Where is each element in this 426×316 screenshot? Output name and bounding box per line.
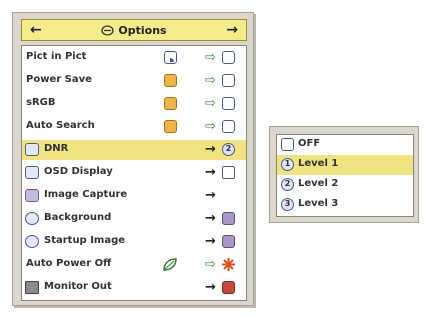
dnr-option-label: OFF xyxy=(298,138,321,149)
arrow-right-icon: ⇨ xyxy=(205,96,216,111)
menu-row-srgb[interactable]: sRGB ⇨ xyxy=(22,94,246,114)
menu-row-label: Background xyxy=(44,212,112,223)
menu-row-label: Monitor Out xyxy=(44,281,112,292)
value-box-icon xyxy=(222,97,235,110)
dnr-options-list: OFF 1 Level 1 2 Level 2 3 Level 3 xyxy=(276,134,414,217)
arrow-right-icon: ⇨ xyxy=(205,257,216,272)
dnr-option-level-1[interactable]: 1 Level 1 xyxy=(277,155,413,175)
menu-title: Options xyxy=(101,23,167,37)
dnr-icon xyxy=(25,143,39,156)
dnr-option-label: Level 3 xyxy=(298,198,339,209)
dnr-option-off[interactable]: OFF xyxy=(277,135,413,155)
monitor-out-value-icon xyxy=(222,281,235,294)
menu-row-background[interactable]: Background → xyxy=(22,209,246,229)
monitor-out-icon xyxy=(25,281,39,294)
arrow-left-icon[interactable]: ← xyxy=(30,20,42,40)
menu-row-monitor-out[interactable]: Monitor Out → xyxy=(22,278,246,298)
menu-row-auto-search[interactable]: Auto Search ⇨ xyxy=(22,117,246,137)
arrow-right-icon: → xyxy=(205,211,216,226)
srgb-state-icon xyxy=(164,97,177,110)
background-value-icon xyxy=(222,212,235,225)
value-box-icon xyxy=(222,120,235,133)
value-box-icon xyxy=(222,74,235,87)
value-box-icon xyxy=(222,51,235,64)
osd-value-icon xyxy=(222,166,235,179)
osd-display-icon xyxy=(25,166,39,179)
background-icon xyxy=(25,212,39,225)
menu-row-dnr[interactable]: DNR → 2 xyxy=(22,140,246,160)
menu-row-label: Auto Power Off xyxy=(26,258,112,269)
arrow-right-icon: → xyxy=(205,234,216,249)
dnr-level-badge: 2 xyxy=(222,143,235,156)
arrow-right-icon: → xyxy=(205,165,216,180)
arrow-right-icon: → xyxy=(205,188,216,203)
options-list: Pict in Pict ⇨ Power Save ⇨ sRGB ⇨ Auto … xyxy=(21,45,247,301)
menu-row-power-save[interactable]: Power Save ⇨ xyxy=(22,71,246,91)
dnr-option-level-3[interactable]: 3 Level 3 xyxy=(277,195,413,215)
level-3-icon: 3 xyxy=(281,198,294,211)
arrow-right-icon: → xyxy=(205,280,216,295)
menu-row-label: DNR xyxy=(44,143,69,154)
startup-value-icon xyxy=(222,235,235,248)
menu-row-pict-in-pict[interactable]: Pict in Pict ⇨ xyxy=(22,48,246,68)
menu-row-image-capture[interactable]: Image Capture → xyxy=(22,186,246,206)
auto-search-state-icon xyxy=(164,120,177,133)
menu-row-label: Auto Search xyxy=(26,120,95,131)
dnr-option-label: Level 2 xyxy=(298,178,339,189)
arrow-right-icon: ⇨ xyxy=(205,73,216,88)
level-1-icon: 1 xyxy=(281,158,294,171)
options-menu-panel: ← Options → Pict in Pict ⇨ Power Save ⇨ xyxy=(12,12,254,306)
startup-image-icon xyxy=(25,235,39,248)
arrow-right-icon: ⇨ xyxy=(205,50,216,65)
dnr-option-label: Level 1 xyxy=(298,158,339,169)
options-icon xyxy=(101,24,115,36)
dnr-submenu: OFF 1 Level 1 2 Level 2 3 Level 3 xyxy=(269,126,419,223)
menu-row-osd-display[interactable]: OSD Display → xyxy=(22,163,246,183)
power-save-state-icon xyxy=(164,74,177,87)
power-off-value-icon xyxy=(221,257,236,276)
menu-row-startup-image[interactable]: Startup Image → xyxy=(22,232,246,252)
menu-row-label: sRGB xyxy=(26,97,56,108)
level-2-icon: 2 xyxy=(281,178,294,191)
pip-state-icon xyxy=(164,51,177,64)
menu-row-label: OSD Display xyxy=(44,166,113,177)
arrow-right-icon: ⇨ xyxy=(205,119,216,134)
menu-row-label: Image Capture xyxy=(44,189,128,200)
arrow-right-icon: → xyxy=(205,142,216,157)
leaf-icon xyxy=(162,257,178,276)
menu-row-label: Startup Image xyxy=(44,235,126,246)
image-capture-icon xyxy=(25,189,39,202)
menu-title-text: Options xyxy=(118,23,167,37)
off-icon xyxy=(281,138,294,151)
menu-row-label: Power Save xyxy=(26,74,92,85)
options-menu-title-bar[interactable]: ← Options → xyxy=(21,19,247,41)
dnr-option-level-2[interactable]: 2 Level 2 xyxy=(277,175,413,195)
menu-row-auto-power-off[interactable]: Auto Power Off ⇨ xyxy=(22,255,246,275)
menu-row-label: Pict in Pict xyxy=(26,51,87,62)
arrow-right-icon[interactable]: → xyxy=(226,20,238,40)
